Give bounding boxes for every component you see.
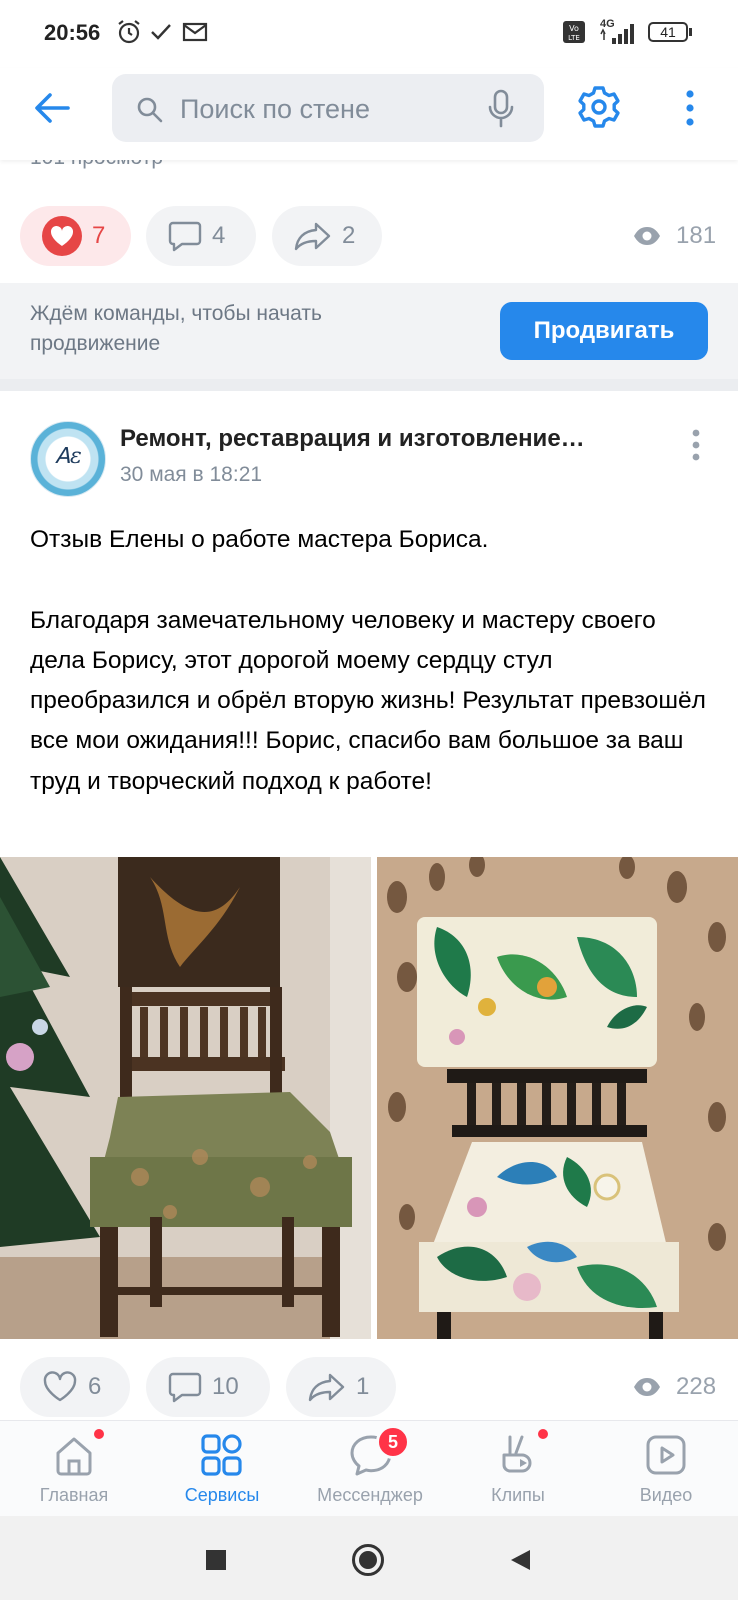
video-icon <box>646 1435 686 1475</box>
share-button[interactable]: 2 <box>272 206 382 266</box>
bottom-tab-bar: Главная Сервисы 5 Мессенджер Клипы Видео <box>0 1420 738 1517</box>
community-avatar[interactable]: ꓮɛ <box>30 421 106 497</box>
promotion-text: Ждём команды, чтобы начать продвижение <box>30 302 322 355</box>
like-button[interactable]: 7 <box>20 206 131 266</box>
home-button[interactable] <box>352 1544 384 1576</box>
like-count: 7 <box>92 222 106 249</box>
search-icon <box>137 97 163 123</box>
search-placeholder: Поиск по стене <box>180 94 370 124</box>
avatar-logo: ꓮɛ <box>55 444 82 469</box>
share-count: 2 <box>342 222 356 249</box>
comment-count: 10 <box>212 1373 239 1400</box>
tab-label: Видео <box>639 1485 693 1505</box>
share-arrow-icon <box>294 222 331 251</box>
like-button[interactable]: 6 <box>20 1357 130 1417</box>
share-arrow-icon <box>308 1373 345 1402</box>
signal-icon <box>600 24 634 44</box>
post-paragraph: Благодаря замечательному человеку и маст… <box>30 606 706 795</box>
heart-outline-icon <box>43 1371 77 1402</box>
post-photo-before[interactable] <box>0 857 371 1339</box>
share-count: 1 <box>356 1373 370 1400</box>
search-input[interactable]: Поиск по стене <box>112 74 544 142</box>
back-arrow-icon[interactable] <box>32 88 72 128</box>
alarm-icon <box>118 20 140 44</box>
views-counter: 181 <box>632 222 716 250</box>
comment-button[interactable]: 4 <box>146 206 256 266</box>
post-photo-after[interactable] <box>377 857 738 1339</box>
post-paragraph: Отзыв Елены о работе мастера Бориса. <box>30 526 489 553</box>
battery-tip <box>689 28 692 36</box>
comment-button[interactable]: 10 <box>146 1357 270 1417</box>
tab-label: Мессенджер <box>317 1485 423 1505</box>
home-icon <box>56 1437 92 1476</box>
mail-icon <box>182 22 208 42</box>
notification-dot <box>92 1427 106 1441</box>
services-icon <box>201 1434 242 1476</box>
post-date[interactable]: 30 мая в 18:21 <box>120 463 262 487</box>
promotion-block: Ждём команды, чтобы начать продвижение П… <box>0 283 738 379</box>
more-options-icon[interactable] <box>684 88 696 128</box>
post-menu-icon[interactable] <box>690 428 702 462</box>
tab-messenger[interactable]: 5 Мессенджер <box>296 1421 444 1517</box>
tab-video[interactable]: Видео <box>592 1421 738 1517</box>
svg-text:Vo: Vo <box>569 24 579 33</box>
promote-button[interactable]: Продвигать <box>500 302 708 360</box>
heart-filled-icon <box>42 216 82 256</box>
comment-icon <box>168 221 202 252</box>
tab-clips[interactable]: Клипы <box>444 1421 592 1517</box>
battery-icon: 41 <box>648 22 688 42</box>
comment-count: 4 <box>212 222 226 249</box>
tab-label: Сервисы <box>184 1485 260 1505</box>
notification-dot <box>536 1427 550 1441</box>
share-button[interactable]: 1 <box>286 1357 396 1417</box>
svg-text:LTE: LTE <box>568 34 580 42</box>
post-text: Отзыв Елены о работе мастера Бориса. Бла… <box>30 520 710 802</box>
volte-icon: VoLTE <box>563 21 585 43</box>
status-bar: 20:56 Vo LTE 4G 41 <box>0 0 738 68</box>
status-time: 20:56 <box>44 20 101 45</box>
battery-level: 41 <box>660 24 676 40</box>
messenger-badge: 5 <box>376 1425 410 1459</box>
views-count: 228 <box>676 1373 717 1400</box>
chair-after-image <box>377 857 738 1339</box>
post-separator <box>0 379 738 391</box>
tab-services[interactable]: Сервисы <box>148 1421 296 1517</box>
recent-apps-button[interactable] <box>206 1550 226 1570</box>
back-button[interactable] <box>508 1548 532 1572</box>
system-nav-bar <box>0 1516 738 1600</box>
like-count: 6 <box>88 1373 102 1400</box>
microphone-icon[interactable] <box>486 88 516 130</box>
post-author[interactable]: Ремонт, реставрация и изготовление… <box>120 425 585 453</box>
settings-gear-icon[interactable] <box>576 84 622 130</box>
comment-icon <box>168 1372 202 1403</box>
check-icon <box>151 24 171 40</box>
views-count: 181 <box>676 222 717 249</box>
top-bar: Поиск по стене <box>0 68 738 160</box>
eye-icon <box>634 1378 660 1396</box>
clips-icon <box>502 1435 532 1473</box>
tab-label: Клипы <box>491 1485 545 1505</box>
chair-before-image <box>0 857 371 1339</box>
views-counter: 228 <box>632 1373 716 1401</box>
eye-icon <box>634 227 660 245</box>
tab-label: Главная <box>39 1485 109 1505</box>
tab-home[interactable]: Главная <box>0 1421 148 1517</box>
